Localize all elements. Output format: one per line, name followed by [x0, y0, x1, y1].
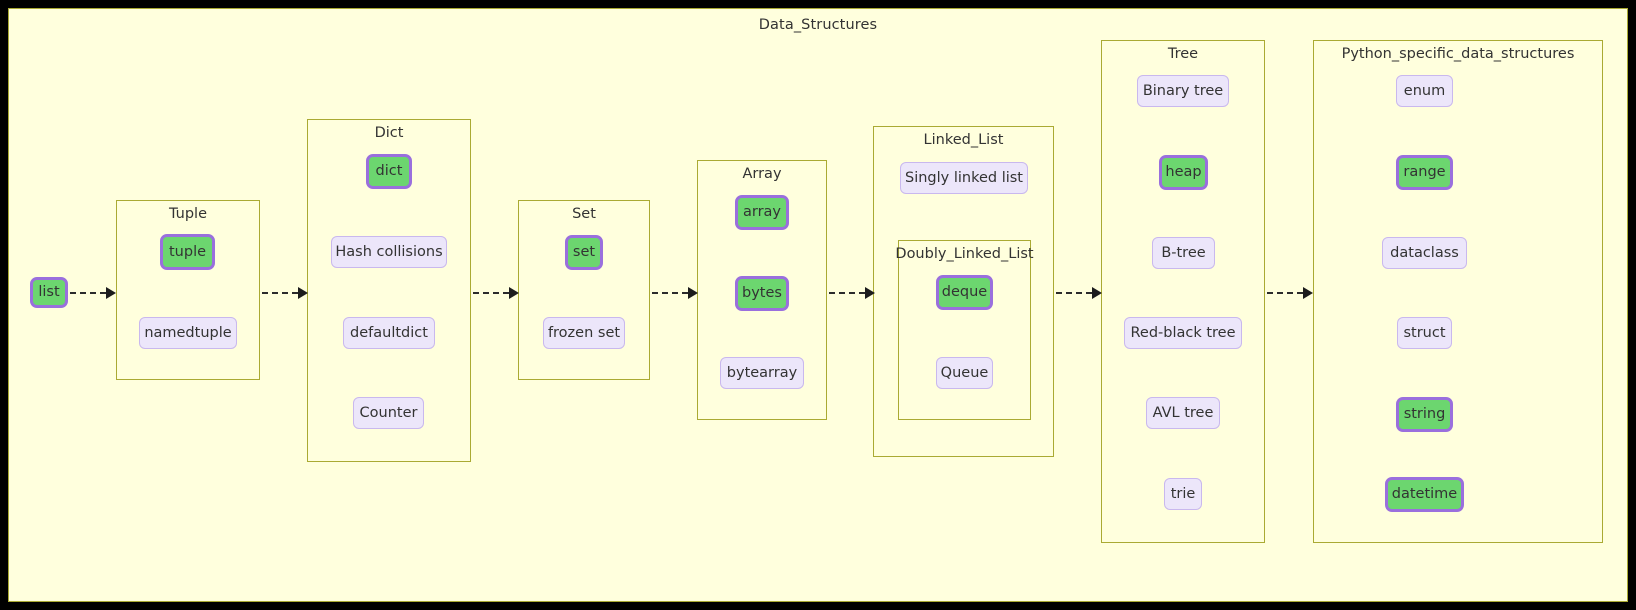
node-tuple[interactable]: tuple — [160, 234, 215, 270]
cluster-label: Tree — [1167, 46, 1199, 62]
node-label: Binary tree — [1142, 82, 1224, 99]
node-bytes[interactable]: bytes — [735, 276, 789, 311]
node-label: dict — [375, 163, 403, 180]
cluster-label: Set — [572, 206, 596, 222]
arrowhead-icon — [688, 287, 698, 299]
node-label: Red-black tree — [1130, 324, 1236, 341]
node-label: enum — [1403, 82, 1446, 99]
node-dataclass[interactable]: dataclass — [1382, 237, 1467, 269]
node-label: list — [38, 284, 60, 301]
node-frozen-set[interactable]: frozen set — [543, 317, 625, 349]
edge-tree-to-python-specific-data-structures — [1267, 292, 1303, 294]
cluster-set: Set — [518, 200, 650, 380]
edge-tuple-to-dict — [262, 292, 298, 294]
node-label: AVL tree — [1152, 404, 1214, 421]
node-label: Hash collisions — [335, 243, 443, 260]
edge-linked-list-to-tree — [1056, 292, 1092, 294]
node-label: B-tree — [1161, 244, 1206, 261]
node-namedtuple[interactable]: namedtuple — [139, 317, 237, 349]
node-label: tuple — [168, 243, 207, 260]
arrowhead-icon — [1303, 287, 1313, 299]
node-deque[interactable]: deque — [936, 275, 993, 310]
node-label: range — [1403, 164, 1446, 181]
node-list[interactable]: list — [30, 277, 68, 308]
node-label: frozen set — [547, 324, 621, 341]
node-struct[interactable]: struct — [1397, 317, 1452, 349]
node-label: defaultdict — [350, 324, 428, 341]
arrowhead-icon — [106, 287, 116, 299]
node-label: datetime — [1391, 486, 1458, 503]
node-string[interactable]: string — [1396, 397, 1453, 432]
edge-array-to-linked-list — [829, 292, 865, 294]
node-avl-tree[interactable]: AVL tree — [1146, 397, 1220, 429]
node-red-black-tree[interactable]: Red-black tree — [1124, 317, 1242, 349]
node-label: Queue — [940, 364, 989, 381]
node-set[interactable]: set — [565, 235, 603, 270]
node-label: set — [572, 244, 596, 261]
edge-list-to-tuple — [70, 292, 106, 294]
node-label: struct — [1403, 324, 1446, 341]
node-label: Singly linked list — [904, 169, 1023, 186]
cluster-label: Array — [742, 166, 782, 182]
arrowhead-icon — [509, 287, 519, 299]
node-label: bytearray — [726, 364, 798, 381]
page-title: Data_Structures — [758, 17, 878, 33]
arrowhead-icon — [1092, 287, 1102, 299]
cluster-label: Python_specific_data_structures — [1341, 46, 1575, 62]
node-queue[interactable]: Queue — [936, 357, 993, 389]
node-datetime[interactable]: datetime — [1385, 477, 1464, 512]
cluster-tuple: Tuple — [116, 200, 260, 380]
edge-dict-to-set — [473, 292, 509, 294]
node-label: Counter — [359, 404, 418, 421]
node-label: dataclass — [1390, 244, 1459, 261]
cluster-label: Doubly_Linked_List — [895, 246, 1034, 262]
node-b-tree[interactable]: B-tree — [1152, 237, 1215, 269]
node-binary-tree[interactable]: Binary tree — [1137, 75, 1229, 107]
node-counter[interactable]: Counter — [353, 397, 424, 429]
edge-set-to-array — [652, 292, 688, 294]
node-array[interactable]: array — [735, 195, 789, 230]
node-label: namedtuple — [144, 324, 232, 341]
node-label: bytes — [742, 285, 782, 302]
node-heap[interactable]: heap — [1159, 155, 1208, 190]
node-label: array — [742, 204, 782, 221]
cluster-doubly-linked-list: Doubly_Linked_List — [895, 240, 1034, 420]
node-range[interactable]: range — [1396, 155, 1453, 190]
diagram-canvas: Data_Structures Tuple tuple namedtuple Dict… — [8, 8, 1628, 602]
cluster-label: Tuple — [169, 206, 207, 222]
node-bytearray[interactable]: bytearray — [720, 357, 804, 389]
node-label: string — [1403, 406, 1446, 423]
node-label: deque — [941, 284, 988, 301]
cluster-label: Dict — [374, 125, 404, 141]
diagram-root: Data_Structures Tuple tuple namedtuple Dict… — [0, 0, 1636, 610]
node-enum[interactable]: enum — [1396, 75, 1453, 107]
cluster-tree: Tree — [1101, 40, 1265, 543]
node-label: trie — [1170, 485, 1196, 502]
node-label: heap — [1165, 164, 1202, 181]
node-hash-collisions[interactable]: Hash collisions — [331, 236, 447, 268]
node-singly-linked-list[interactable]: Singly linked list — [900, 162, 1028, 194]
cluster-label: Linked_List — [923, 132, 1004, 148]
cluster-python-specific-data-structures: Python_specific_data_structures — [1313, 40, 1603, 543]
node-defaultdict[interactable]: defaultdict — [343, 317, 435, 349]
arrowhead-icon — [298, 287, 308, 299]
node-trie[interactable]: trie — [1164, 478, 1202, 510]
arrowhead-icon — [865, 287, 875, 299]
node-dict[interactable]: dict — [366, 154, 412, 189]
